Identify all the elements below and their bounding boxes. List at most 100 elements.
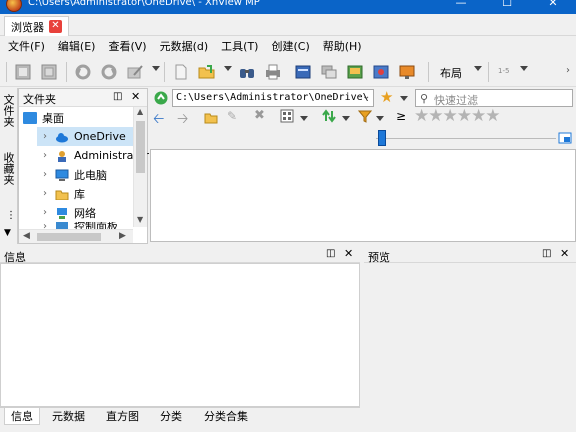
address-input[interactable]: C:\Users\Administrator\OneDrive\ bbox=[172, 89, 374, 107]
rating-stars[interactable]: ★★★★★★ bbox=[414, 106, 500, 126]
new-file-icon[interactable] bbox=[170, 61, 192, 83]
tab-browser[interactable]: 浏览器 ✕ bbox=[4, 16, 69, 36]
tree-item-label: 库 bbox=[74, 187, 85, 201]
toolbar-separator bbox=[428, 62, 429, 82]
close-icon[interactable]: ✕ bbox=[344, 247, 353, 260]
thumbnail-size-slider[interactable] bbox=[378, 130, 386, 146]
chevron-down-icon[interactable] bbox=[300, 116, 308, 121]
filter-operator[interactable]: ≥ bbox=[396, 109, 406, 123]
undock-icon[interactable]: ◫ bbox=[326, 248, 335, 259]
batch-convert-icon[interactable] bbox=[318, 61, 340, 83]
toolbar-separator bbox=[66, 62, 67, 82]
network-icon bbox=[55, 207, 69, 219]
folder-vertical-scrollbar[interactable]: ▲ ▼ bbox=[133, 107, 147, 227]
thumbnail-size-track[interactable] bbox=[376, 138, 556, 139]
menu-create[interactable]: 创建(C) bbox=[271, 38, 309, 54]
scroll-right-icon[interactable]: ▶ bbox=[119, 231, 126, 241]
tab-browser-label: 浏览器 bbox=[11, 20, 44, 34]
preview-panel-title: 预览 bbox=[368, 251, 390, 264]
delete-icon[interactable]: ✖ bbox=[254, 108, 265, 123]
chevron-right-icon[interactable]: › bbox=[43, 131, 51, 142]
tab-histogram[interactable]: 直方图 bbox=[100, 408, 145, 425]
menu-file[interactable]: 文件(F) bbox=[8, 38, 45, 54]
chevron-down-icon[interactable] bbox=[152, 66, 160, 71]
slideshow-icon[interactable] bbox=[38, 61, 60, 83]
chevron-down-icon[interactable] bbox=[376, 116, 384, 121]
new-folder-icon[interactable] bbox=[204, 110, 218, 127]
view-mode-icon[interactable] bbox=[280, 109, 294, 126]
close-icon[interactable]: ✕ bbox=[131, 90, 140, 103]
edit-image-icon[interactable] bbox=[124, 61, 146, 83]
layout-button[interactable]: 布局 bbox=[440, 65, 462, 81]
thumbnail-view[interactable] bbox=[150, 149, 576, 242]
window-title: C:\Users\Administrator\OneDrive\ - XnVie… bbox=[28, 0, 260, 8]
rotate-left-icon[interactable] bbox=[72, 61, 94, 83]
chevron-right-icon[interactable]: › bbox=[43, 188, 51, 199]
menu-bar: 文件(F) 编辑(E) 查看(V) 元数据(d) 工具(T) 创建(C) 帮助(… bbox=[0, 37, 576, 55]
tab-categories[interactable]: 分类 bbox=[154, 408, 188, 425]
info-panel: 信息 ◫ ✕ bbox=[0, 247, 360, 407]
side-tab-folders[interactable]: 文件夹 bbox=[2, 94, 16, 127]
maximize-button[interactable]: ☐ bbox=[484, 0, 530, 14]
tree-item-desktop[interactable]: 桌面 bbox=[19, 108, 131, 127]
sort-icon[interactable] bbox=[322, 109, 336, 126]
navigation-row: 🡠 🡢 ✎ ✖ ≥ ★★★★★★ bbox=[150, 106, 576, 128]
scrollbar-thumb[interactable] bbox=[37, 233, 101, 241]
chevron-down-icon[interactable] bbox=[224, 66, 232, 71]
minimize-button[interactable]: — bbox=[438, 0, 484, 14]
close-icon[interactable]: ✕ bbox=[560, 247, 569, 260]
tab-category-sets[interactable]: 分类合集 bbox=[198, 408, 254, 425]
close-window-button[interactable]: ✕ bbox=[530, 0, 576, 14]
scroll-down-icon[interactable]: ▼ bbox=[137, 215, 143, 224]
address-dropdown-icon[interactable]: ⌄ bbox=[362, 91, 370, 102]
chevron-right-icon[interactable]: › bbox=[43, 169, 51, 180]
open-folder-icon[interactable] bbox=[196, 61, 218, 83]
tab-info[interactable]: 信息 bbox=[4, 408, 40, 425]
undock-icon[interactable]: ◫ bbox=[113, 91, 122, 102]
chevron-right-icon[interactable]: › bbox=[43, 150, 51, 161]
scrollbar-thumb[interactable] bbox=[136, 121, 145, 173]
chevron-down-icon[interactable] bbox=[342, 116, 350, 121]
filter-funnel-icon[interactable] bbox=[357, 109, 373, 126]
address-row: C:\Users\Administrator\OneDrive\ ⌄ ★ ⚲ 快… bbox=[150, 88, 576, 108]
undock-icon[interactable]: ◫ bbox=[542, 248, 551, 259]
chevron-down-icon[interactable] bbox=[520, 66, 528, 71]
folder-horizontal-scrollbar[interactable]: ◀ ▶ bbox=[19, 229, 133, 243]
cloud-icon bbox=[55, 131, 69, 143]
side-tabs: 文件夹 收藏夹 ⋮ ▼ bbox=[0, 88, 18, 244]
find-binoculars-icon[interactable] bbox=[236, 61, 258, 83]
fit-thumbnail-icon[interactable] bbox=[558, 132, 572, 147]
tree-item-onedrive[interactable]: › OneDrive bbox=[37, 127, 133, 146]
title-bar: C:\Users\Administrator\OneDrive\ - XnVie… bbox=[0, 0, 576, 14]
chevron-right-icon[interactable]: › bbox=[43, 207, 51, 218]
chevron-down-icon[interactable] bbox=[474, 66, 482, 71]
menu-edit[interactable]: 编辑(E) bbox=[58, 38, 96, 54]
screenshot-icon[interactable] bbox=[370, 61, 392, 83]
tab-metadata[interactable]: 元数据 bbox=[46, 408, 91, 425]
user-icon bbox=[55, 150, 69, 162]
rotate-right-icon[interactable] bbox=[98, 61, 120, 83]
menu-help[interactable]: 帮助(H) bbox=[323, 38, 362, 54]
menu-metadata[interactable]: 元数据(d) bbox=[160, 38, 209, 54]
chevron-down-icon[interactable] bbox=[400, 96, 408, 101]
folder-panel: 文件夹 ◫ ✕ 桌面 › OneDrive › Administrator › … bbox=[18, 88, 149, 244]
quick-filter-input[interactable]: ⚲ 快速过滤 bbox=[415, 89, 573, 107]
side-tab-favorites[interactable]: 收藏夹 bbox=[2, 152, 16, 185]
toolbar-overflow-icon[interactable]: › bbox=[566, 65, 570, 76]
batch-rename-icon[interactable] bbox=[344, 61, 366, 83]
menu-tools[interactable]: 工具(T) bbox=[221, 38, 258, 54]
wallpaper-icon[interactable] bbox=[396, 61, 418, 83]
side-tab-more-icon[interactable]: ⋮ bbox=[6, 210, 16, 221]
tab-close-icon[interactable]: ✕ bbox=[49, 20, 62, 33]
fullscreen-icon[interactable] bbox=[12, 61, 34, 83]
rename-pencil-icon[interactable]: ✎ bbox=[227, 109, 237, 123]
folder-panel-header: 文件夹 ◫ ✕ bbox=[19, 89, 147, 107]
go-up-icon[interactable] bbox=[153, 90, 169, 109]
menu-view[interactable]: 查看(V) bbox=[108, 38, 146, 54]
scroll-left-icon[interactable]: ◀ bbox=[23, 231, 30, 241]
side-tab-scroll-down-icon[interactable]: ▼ bbox=[4, 228, 11, 238]
scan-icon[interactable] bbox=[292, 61, 314, 83]
scroll-up-icon[interactable]: ▲ bbox=[137, 107, 143, 116]
print-icon[interactable] bbox=[262, 61, 284, 83]
favorite-star-icon[interactable]: ★ bbox=[380, 88, 393, 106]
